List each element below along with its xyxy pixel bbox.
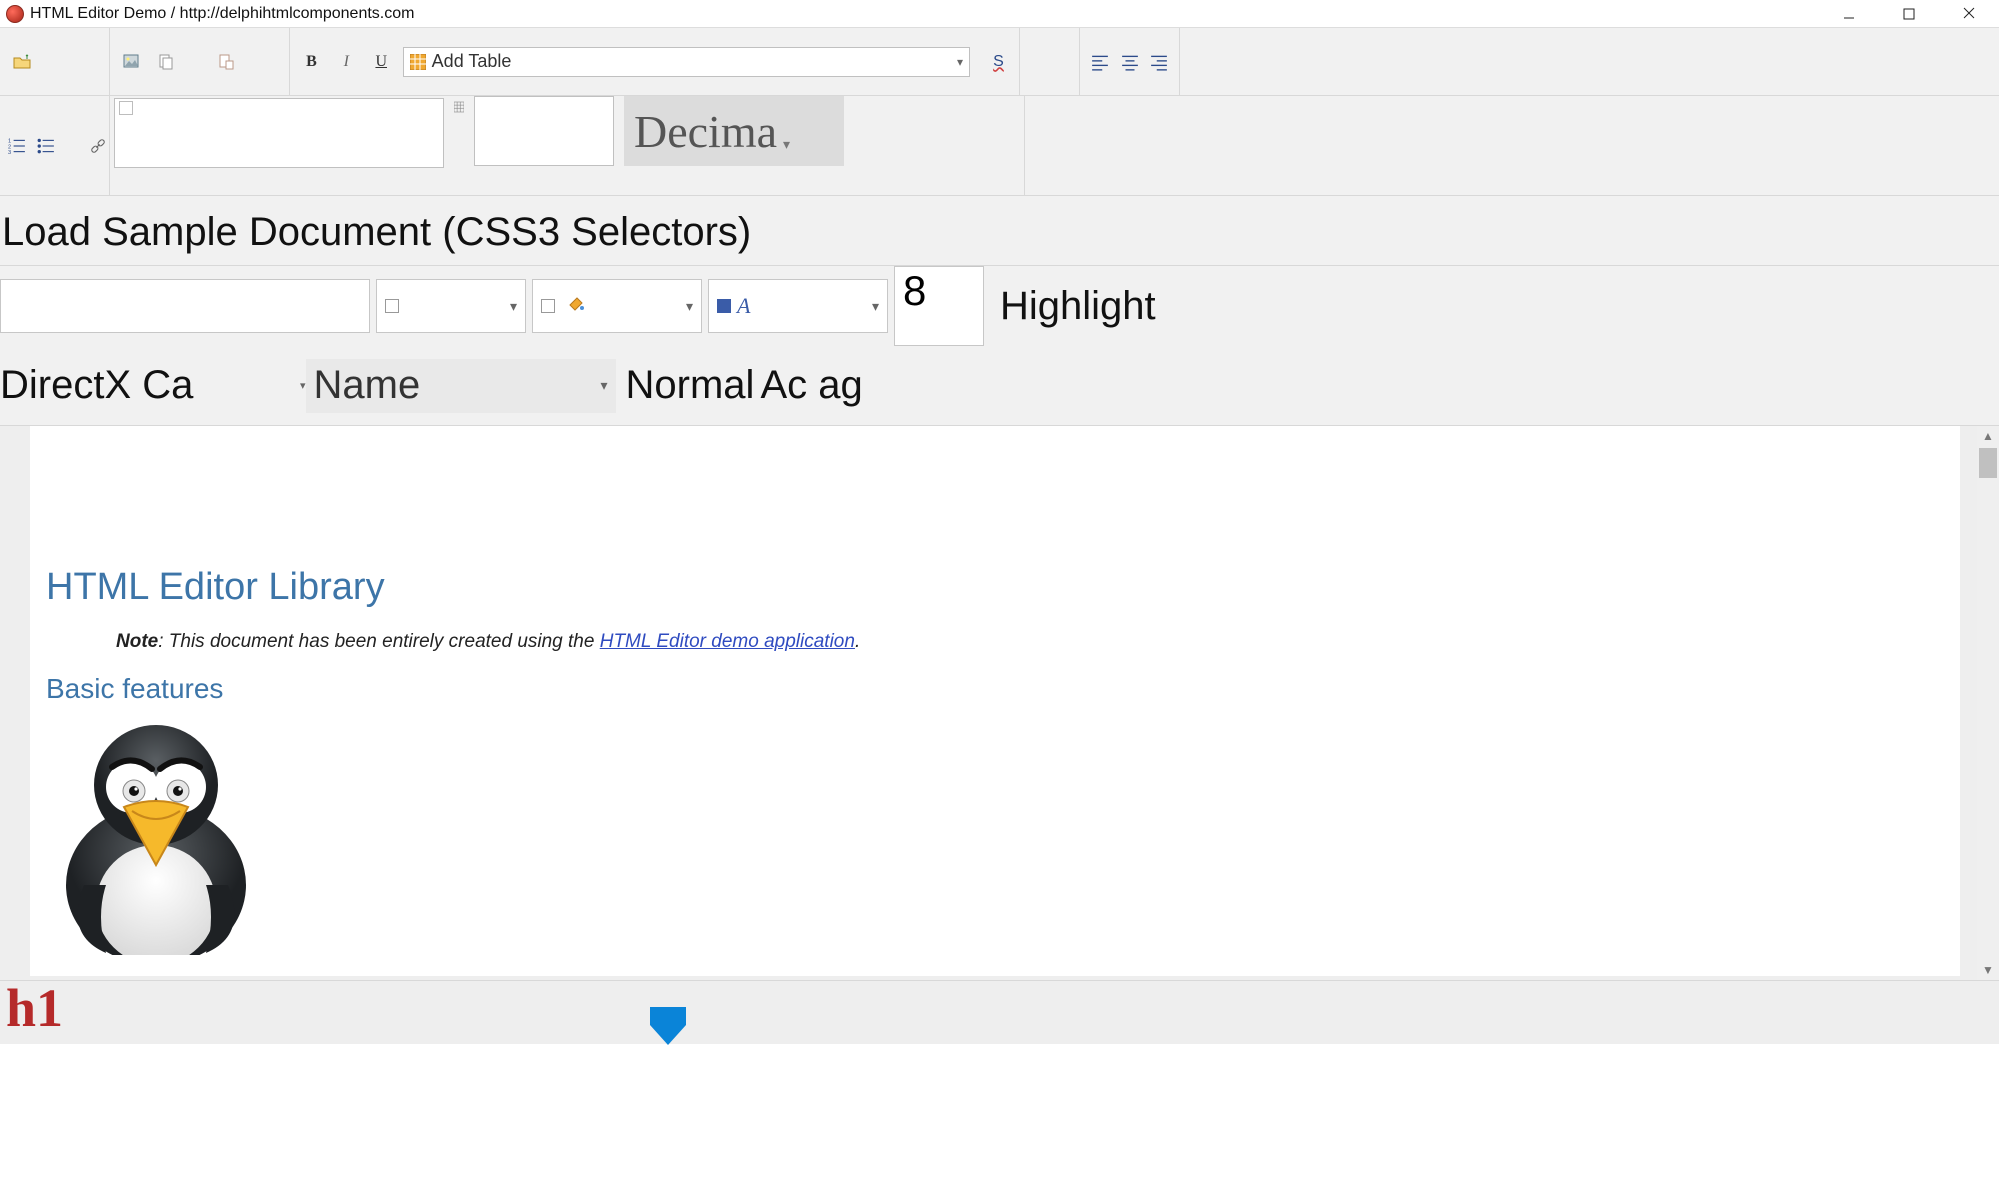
style-selector[interactable] <box>114 98 444 168</box>
square-icon <box>541 299 555 313</box>
spellcheck-button[interactable]: S <box>986 47 1011 77</box>
document-page[interactable]: HTML Editor Library Note: This document … <box>30 426 1960 976</box>
penguin-image[interactable] <box>46 715 266 955</box>
current-tag-indicator: h1 <box>0 985 63 1031</box>
note-label: Note <box>116 631 158 652</box>
align-right-button[interactable] <box>1147 48 1171 76</box>
normal-style-label[interactable]: Normal <box>626 363 755 408</box>
action-label[interactable]: Ac ag <box>760 363 862 408</box>
square-icon <box>717 299 731 313</box>
insert-link-button[interactable] <box>86 132 109 160</box>
italic-button[interactable]: I <box>333 48 360 76</box>
note-text: : This document has been entirely create… <box>158 631 599 652</box>
window-minimize-button[interactable] <box>1819 0 1879 28</box>
toolbar-row-1: B I U Add Table ▾ S <box>0 28 1999 96</box>
scroll-down-button[interactable]: ▼ <box>1977 960 1999 980</box>
document-heading-1[interactable]: HTML Editor Library <box>46 566 1944 609</box>
document-note-paragraph[interactable]: Note: This document has been entirely cr… <box>116 631 1944 653</box>
svg-text:3: 3 <box>8 149 11 154</box>
zoom-value-input[interactable]: 8 <box>894 266 984 346</box>
canvas-mode-label[interactable]: DirectX Ca <box>0 363 300 408</box>
load-sample-document-button[interactable]: Load Sample Document (CSS3 Selectors) <box>0 196 751 265</box>
sample-controls-bar: Load Sample Document (CSS3 Selectors) <box>0 196 1999 266</box>
ordered-list-button[interactable]: 123 <box>6 132 29 160</box>
dropdown-arrow-icon: ▾ <box>957 55 963 69</box>
name-dropdown-label: Name <box>314 363 421 408</box>
toolbar-row-2: 123 Decima ▾ <box>0 96 1999 196</box>
align-left-button[interactable] <box>1088 48 1112 76</box>
window-close-button[interactable] <box>1939 0 1999 28</box>
window-titlebar: HTML Editor Demo / http://delphihtmlcomp… <box>0 0 1999 28</box>
table-icon <box>410 54 426 70</box>
status-bar: h1 <box>0 980 1999 1044</box>
selector-name-input[interactable] <box>0 279 370 333</box>
add-table-dropdown[interactable]: Add Table ▾ <box>403 47 970 77</box>
window-title: HTML Editor Demo / http://delphihtmlcomp… <box>30 5 414 23</box>
insert-image-button[interactable] <box>118 48 146 76</box>
window-maximize-button[interactable] <box>1879 0 1939 28</box>
underline-button[interactable]: U <box>368 48 395 76</box>
font-size-input[interactable] <box>474 96 614 166</box>
border-style-dropdown[interactable]: ▾ <box>376 279 526 333</box>
scroll-up-button[interactable]: ▲ <box>1977 426 1999 446</box>
highlight-label[interactable]: Highlight <box>1000 284 1156 329</box>
color-swatch-icon <box>119 101 133 115</box>
vertical-scrollbar[interactable]: ▲ ▼ <box>1977 426 1999 980</box>
table-grid-icon[interactable] <box>454 98 464 116</box>
fill-color-dropdown[interactable]: ▾ <box>532 279 702 333</box>
align-center-button[interactable] <box>1118 48 1142 76</box>
font-color-dropdown[interactable]: A ▾ <box>708 279 888 333</box>
caret-marker-icon <box>640 1007 696 1047</box>
name-dropdown[interactable]: Name ▾ <box>306 359 616 413</box>
unordered-list-button[interactable] <box>35 132 58 160</box>
paste-button[interactable] <box>212 48 240 76</box>
bold-button[interactable]: B <box>298 48 325 76</box>
open-file-button[interactable] <box>8 48 36 76</box>
note-tail: . <box>855 631 860 652</box>
copy-button[interactable] <box>152 48 180 76</box>
font-family-label: Decima <box>634 105 777 158</box>
dropdown-arrow-icon: ▾ <box>783 137 790 154</box>
document-heading-2[interactable]: Basic features <box>46 673 1944 705</box>
square-icon <box>385 299 399 313</box>
add-table-label: Add Table <box>432 51 512 72</box>
note-link[interactable]: HTML Editor demo application <box>600 631 855 652</box>
font-family-dropdown[interactable]: Decima ▾ <box>624 96 844 166</box>
editor-canvas-area: HTML Editor Library Note: This document … <box>0 426 1999 980</box>
dropdown-arrow-icon: ▾ <box>601 377 608 394</box>
paint-bucket-icon <box>565 293 585 319</box>
options-bar: ▾ ▾ A ▾ 8 Highlight DirectX Ca ▾ Name ▾ … <box>0 266 1999 426</box>
font-color-letter-icon: A <box>737 293 750 319</box>
scrollbar-thumb[interactable] <box>1979 448 1997 478</box>
app-icon <box>6 5 24 23</box>
